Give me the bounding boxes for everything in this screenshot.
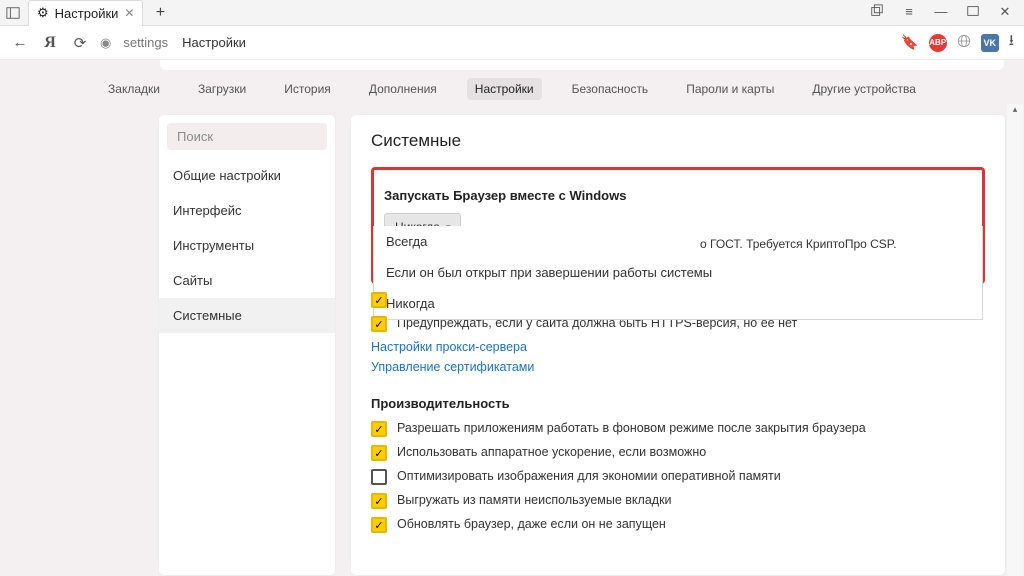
checkbox[interactable] (371, 292, 387, 308)
minimize-button[interactable]: — (932, 4, 950, 21)
checkbox[interactable] (371, 445, 387, 461)
nav-tab[interactable]: Пароли и карты (678, 78, 782, 100)
performance-title: Производительность (371, 396, 985, 411)
section-heading: Системные (371, 131, 985, 151)
url-host[interactable]: settings (123, 35, 168, 50)
decor-strip (160, 60, 1004, 70)
checkbox[interactable] (371, 469, 387, 485)
browser-tab[interactable]: ⚙ Настройки ✕ (28, 0, 143, 26)
checkbox[interactable] (371, 517, 387, 533)
settings-sidebar: Поиск Общие настройкиИнтерфейсИнструмент… (158, 114, 336, 576)
new-tab-button[interactable]: + (149, 4, 171, 22)
gear-icon: ⚙ (37, 5, 49, 21)
site-info-icon[interactable]: ◉ (100, 35, 111, 51)
downloads-icon[interactable]: ⭳ (1009, 30, 1014, 55)
nav-tab[interactable]: Дополнения (361, 78, 445, 100)
panel-toggle-icon[interactable] (0, 6, 26, 20)
nav-tab[interactable]: Закладки (100, 78, 168, 100)
autorun-option[interactable]: Никогда (374, 288, 982, 319)
address-bar: ← Я ⟳ ◉ settings Настройки 🔖 ABP VK ⭳ (0, 26, 1024, 60)
performance-label: Обновлять браузер, даже если он не запущ… (397, 517, 666, 531)
close-tab-icon[interactable]: ✕ (124, 6, 134, 20)
autorun-highlight: Запускать Браузер вместе с Windows Никог… (371, 167, 985, 284)
certificates-link[interactable]: Управление сертификатами (371, 360, 985, 374)
scroll-up-icon[interactable]: ▴ (1007, 104, 1023, 120)
sidebar-item[interactable]: Системные (159, 298, 335, 333)
nav-tab[interactable]: Загрузки (190, 78, 254, 100)
checkbox[interactable] (371, 421, 387, 437)
settings-main: Системные Запускать Браузер вместе с Win… (350, 114, 1006, 576)
gost-note-tail: о ГОСТ. Требуется КриптоПро CSP. (700, 237, 897, 251)
bookmark-icon[interactable]: 🔖 (901, 34, 918, 51)
yandex-home-icon[interactable]: Я (40, 34, 60, 52)
performance-row: Оптимизировать изображения для экономии … (371, 469, 985, 485)
performance-row: Разрешать приложениям работать в фоновом… (371, 421, 985, 437)
performance-row: Обновлять браузер, даже если он не запущ… (371, 517, 985, 533)
nav-tab[interactable]: История (276, 78, 339, 100)
close-window-button[interactable]: ✕ (996, 4, 1014, 21)
sidebar-item[interactable]: Интерфейс (159, 193, 335, 228)
checkbox[interactable] (371, 493, 387, 509)
autorun-option[interactable]: Если он был открыт при завершении работы… (374, 257, 982, 288)
titlebar: ⚙ Настройки ✕ + ≡ — ✕ (0, 0, 1024, 26)
vertical-scrollbar[interactable]: ▴ (1007, 104, 1023, 576)
maximize-button[interactable] (964, 4, 982, 21)
performance-label: Использовать аппаратное ускорение, если … (397, 445, 706, 459)
reload-button[interactable]: ⟳ (70, 34, 90, 52)
sidebar-search[interactable]: Поиск (167, 123, 327, 150)
autorun-title: Запускать Браузер вместе с Windows (384, 188, 972, 203)
performance-label: Выгружать из памяти неиспользуемые вклад… (397, 493, 672, 507)
performance-row: Выгружать из памяти неиспользуемые вклад… (371, 493, 985, 509)
nav-tab[interactable]: Другие устройства (804, 78, 924, 100)
tab-title: Настройки (55, 6, 119, 21)
settings-nav: Закладки Загрузки История Дополнения Настрой… (0, 78, 1024, 100)
sidebar-item[interactable]: Сайты (159, 263, 335, 298)
url-path[interactable]: Настройки (182, 35, 246, 50)
proxy-settings-link[interactable]: Настройки прокси-сервера (371, 340, 985, 354)
window-controls: ≡ — ✕ (868, 4, 1024, 21)
settings-page: Закладки Загрузки История Дополнения Настрой… (0, 60, 1024, 576)
back-button[interactable]: ← (10, 34, 30, 51)
performance-label: Оптимизировать изображения для экономии … (397, 469, 781, 483)
performance-row: Использовать аппаратное ускорение, если … (371, 445, 985, 461)
nav-tab[interactable]: Безопасность (564, 78, 657, 100)
nav-tab[interactable]: Настройки (467, 78, 542, 100)
performance-label: Разрешать приложениям работать в фоновом… (397, 421, 866, 435)
sidebar-item[interactable]: Общие настройки (159, 158, 335, 193)
vk-icon[interactable]: VK (981, 34, 999, 52)
tabs-overview-icon[interactable] (868, 4, 886, 21)
sidebar-item[interactable]: Инструменты (159, 228, 335, 263)
globe-icon[interactable] (957, 34, 971, 51)
adblock-icon[interactable]: ABP (929, 34, 947, 52)
menu-icon[interactable]: ≡ (900, 4, 918, 21)
checkbox[interactable] (371, 316, 387, 332)
